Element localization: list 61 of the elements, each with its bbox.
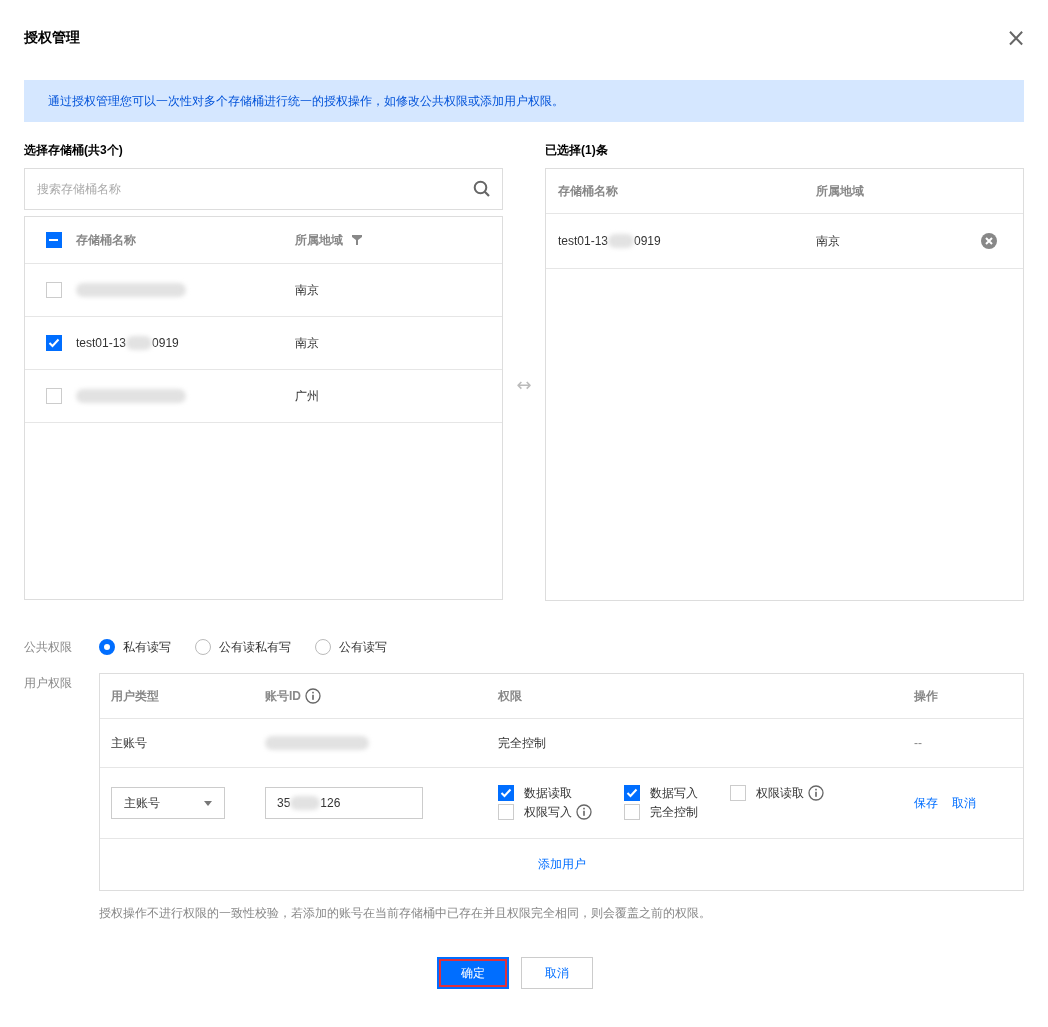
caret-icon (204, 800, 212, 806)
region-text: 南京 (295, 334, 319, 352)
checkbox[interactable] (45, 282, 62, 298)
remove-button[interactable] (981, 233, 997, 249)
bucket-name: 0919 (634, 234, 661, 248)
checkbox[interactable] (45, 388, 62, 404)
info-icon (305, 688, 321, 704)
column-header: 账号ID (265, 687, 301, 705)
region-text: 南京 (815, 232, 840, 250)
checkbox[interactable] (624, 785, 640, 801)
checkbox-label: 权限读取 (756, 785, 804, 802)
info-icon (808, 785, 824, 801)
region-text: 广州 (295, 387, 319, 405)
search-field[interactable]: 搜索存储桶名称 (24, 168, 504, 210)
table-cell: 主账号 (111, 735, 147, 750)
hint-text: 授权操作不进行权限的一致性校验，若添加的账号在当前存储桶中已存在并且权限完全相同，则会覆盖之前的权限。 (99, 905, 712, 922)
column-header: 所属地域 (815, 182, 864, 200)
action-link[interactable]: 取消 (952, 794, 976, 812)
checkbox[interactable] (45, 232, 62, 248)
radio-option[interactable]: 公有读写 (315, 638, 387, 656)
user-type-dropdown[interactable]: 主账号 (111, 787, 225, 819)
radio-option[interactable]: 私有读写 (99, 638, 171, 656)
cancel-button[interactable]: 取消 (521, 957, 593, 989)
close-button[interactable]: × (1005, 26, 1026, 50)
field-label: 公共权限 (24, 638, 73, 656)
confirm-button[interactable]: 确定 (437, 957, 509, 989)
remove-icon (981, 233, 997, 249)
info-icon (576, 804, 592, 820)
radio-option[interactable]: 公有读私有写 (195, 638, 291, 656)
checkbox[interactable] (498, 785, 514, 801)
column-header: 权限 (498, 688, 522, 703)
checkbox[interactable] (45, 335, 62, 351)
column-header: 存储桶名称 (76, 231, 136, 249)
bucket-name: test01-13 (557, 234, 608, 248)
transfer-arrow: ↔ (516, 374, 532, 395)
checkbox-label: 数据读取 (524, 785, 572, 802)
checkbox[interactable] (624, 804, 640, 820)
checkbox[interactable] (730, 785, 746, 801)
checkbox-label: 数据写入 (650, 785, 698, 802)
column-header: 存储桶名称 (557, 182, 618, 200)
dialog-title: 授权管理 (24, 29, 80, 47)
column-header: 所属地域 (295, 231, 343, 249)
account-field[interactable]: 35 126 (265, 787, 423, 819)
filter-icon (352, 235, 362, 245)
field-label: 用户权限 (24, 675, 73, 692)
search-icon (473, 180, 492, 198)
region-text: 南京 (295, 281, 319, 299)
checkbox-label: 权限写入 (524, 804, 572, 821)
add-user-link[interactable]: 添加用户 (537, 856, 586, 873)
table-cell: -- (914, 736, 922, 750)
column-header: 操作 (914, 687, 938, 705)
table-cell: 完全控制 (498, 735, 546, 750)
notice-banner: 通过授权管理您可以一次性对多个存储桶进行统一的授权操作，如修改公共权限或添加用户权限。 (24, 80, 1024, 122)
bucket-name: 0919 (152, 336, 179, 350)
action-link[interactable]: 保存 (914, 794, 938, 812)
panel-title: 已选择(1)条 (544, 142, 609, 159)
bucket-name: test01-13 (76, 336, 127, 350)
panel-title: 选择存储桶(共3个) (24, 142, 124, 159)
column-header: 用户类型 (111, 688, 159, 703)
checkbox[interactable] (498, 804, 514, 820)
checkbox-label: 完全控制 (650, 804, 698, 821)
